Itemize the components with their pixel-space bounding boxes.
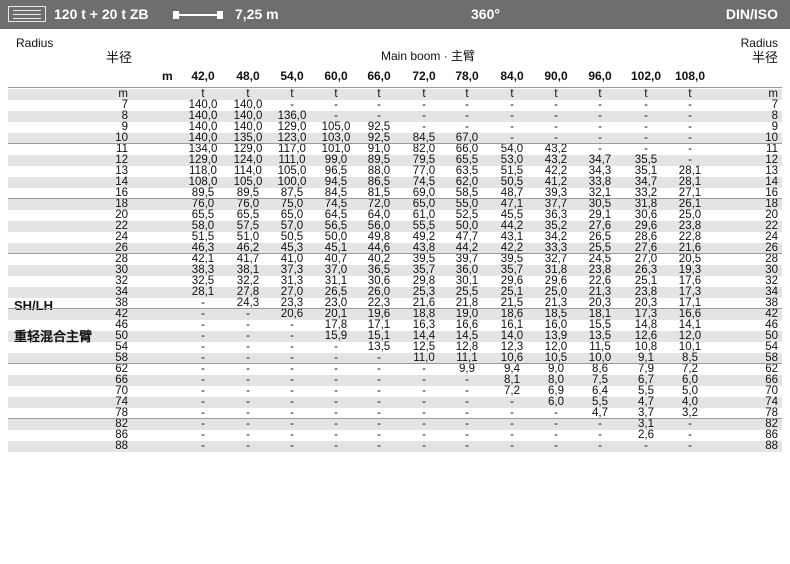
boom-length-8: 90,0 — [544, 69, 568, 83]
superlift-icon — [173, 11, 223, 19]
chart-header-bar: 120 t + 20 t ZB 7,25 m 360° DIN/ISO — [0, 0, 790, 29]
group-divider — [8, 198, 782, 199]
load-cell: - — [246, 440, 250, 452]
boom-length-2: 54,0 — [280, 69, 304, 83]
radius-right: 88 — [765, 440, 778, 452]
boom-length-6: 78,0 — [455, 69, 479, 83]
boom-unit: m — [162, 69, 173, 83]
load-cell: - — [510, 440, 514, 452]
load-chart-page: 120 t + 20 t ZB 7,25 m 360° DIN/ISO Radi… — [0, 0, 790, 564]
boom-length-7: 84,0 — [500, 69, 524, 83]
load-cell: - — [465, 440, 469, 452]
boom-length-3: 60,0 — [324, 69, 348, 83]
header-divider — [8, 87, 782, 88]
config-code: SH/LH — [14, 298, 53, 313]
group-divider — [8, 363, 782, 364]
load-cell: - — [201, 440, 205, 452]
load-cell: - — [644, 440, 648, 452]
load-cell: - — [688, 440, 692, 452]
radius-label-left-cn: 半径 — [106, 50, 133, 65]
slewing-range: 360° — [471, 6, 500, 22]
radius-label-right: Radius — [740, 36, 778, 50]
boom-length-5: 72,0 — [412, 69, 436, 83]
radius-label-right-cn: 半径 — [751, 50, 778, 65]
config-name-cn: 重轻混合主臂 — [14, 329, 93, 344]
superlift-radius: 7,25 m — [235, 6, 279, 22]
load-cell: - — [334, 440, 338, 452]
load-cell: - — [290, 440, 294, 452]
boom-length-9: 96,0 — [588, 69, 612, 83]
group-divider — [8, 253, 782, 254]
boom-length-4: 66,0 — [367, 69, 391, 83]
boom-length-0: 42,0 — [191, 69, 215, 83]
radius-left: 88 — [115, 440, 128, 452]
group-divider — [8, 308, 782, 309]
boom-config-label: 120 t + 20 t ZB — [54, 6, 149, 22]
radius-label-left: Radius — [16, 36, 54, 50]
boom-length-10: 102,0 — [630, 69, 662, 83]
boom-config-icon — [8, 6, 46, 22]
load-cell: - — [554, 440, 558, 452]
load-cell: - — [422, 440, 426, 452]
group-divider — [8, 418, 782, 419]
group-divider — [8, 143, 782, 144]
load-cell: - — [598, 440, 602, 452]
boom-length-11: 108,0 — [674, 69, 706, 83]
main-boom-label: Main boom · 主臂 — [381, 49, 476, 63]
table-row: 88 - - - - - - - - - - - - 88 — [8, 440, 782, 452]
boom-length-1: 48,0 — [236, 69, 260, 83]
standard-label: DIN/ISO — [725, 6, 778, 22]
load-cell: - — [377, 440, 381, 452]
